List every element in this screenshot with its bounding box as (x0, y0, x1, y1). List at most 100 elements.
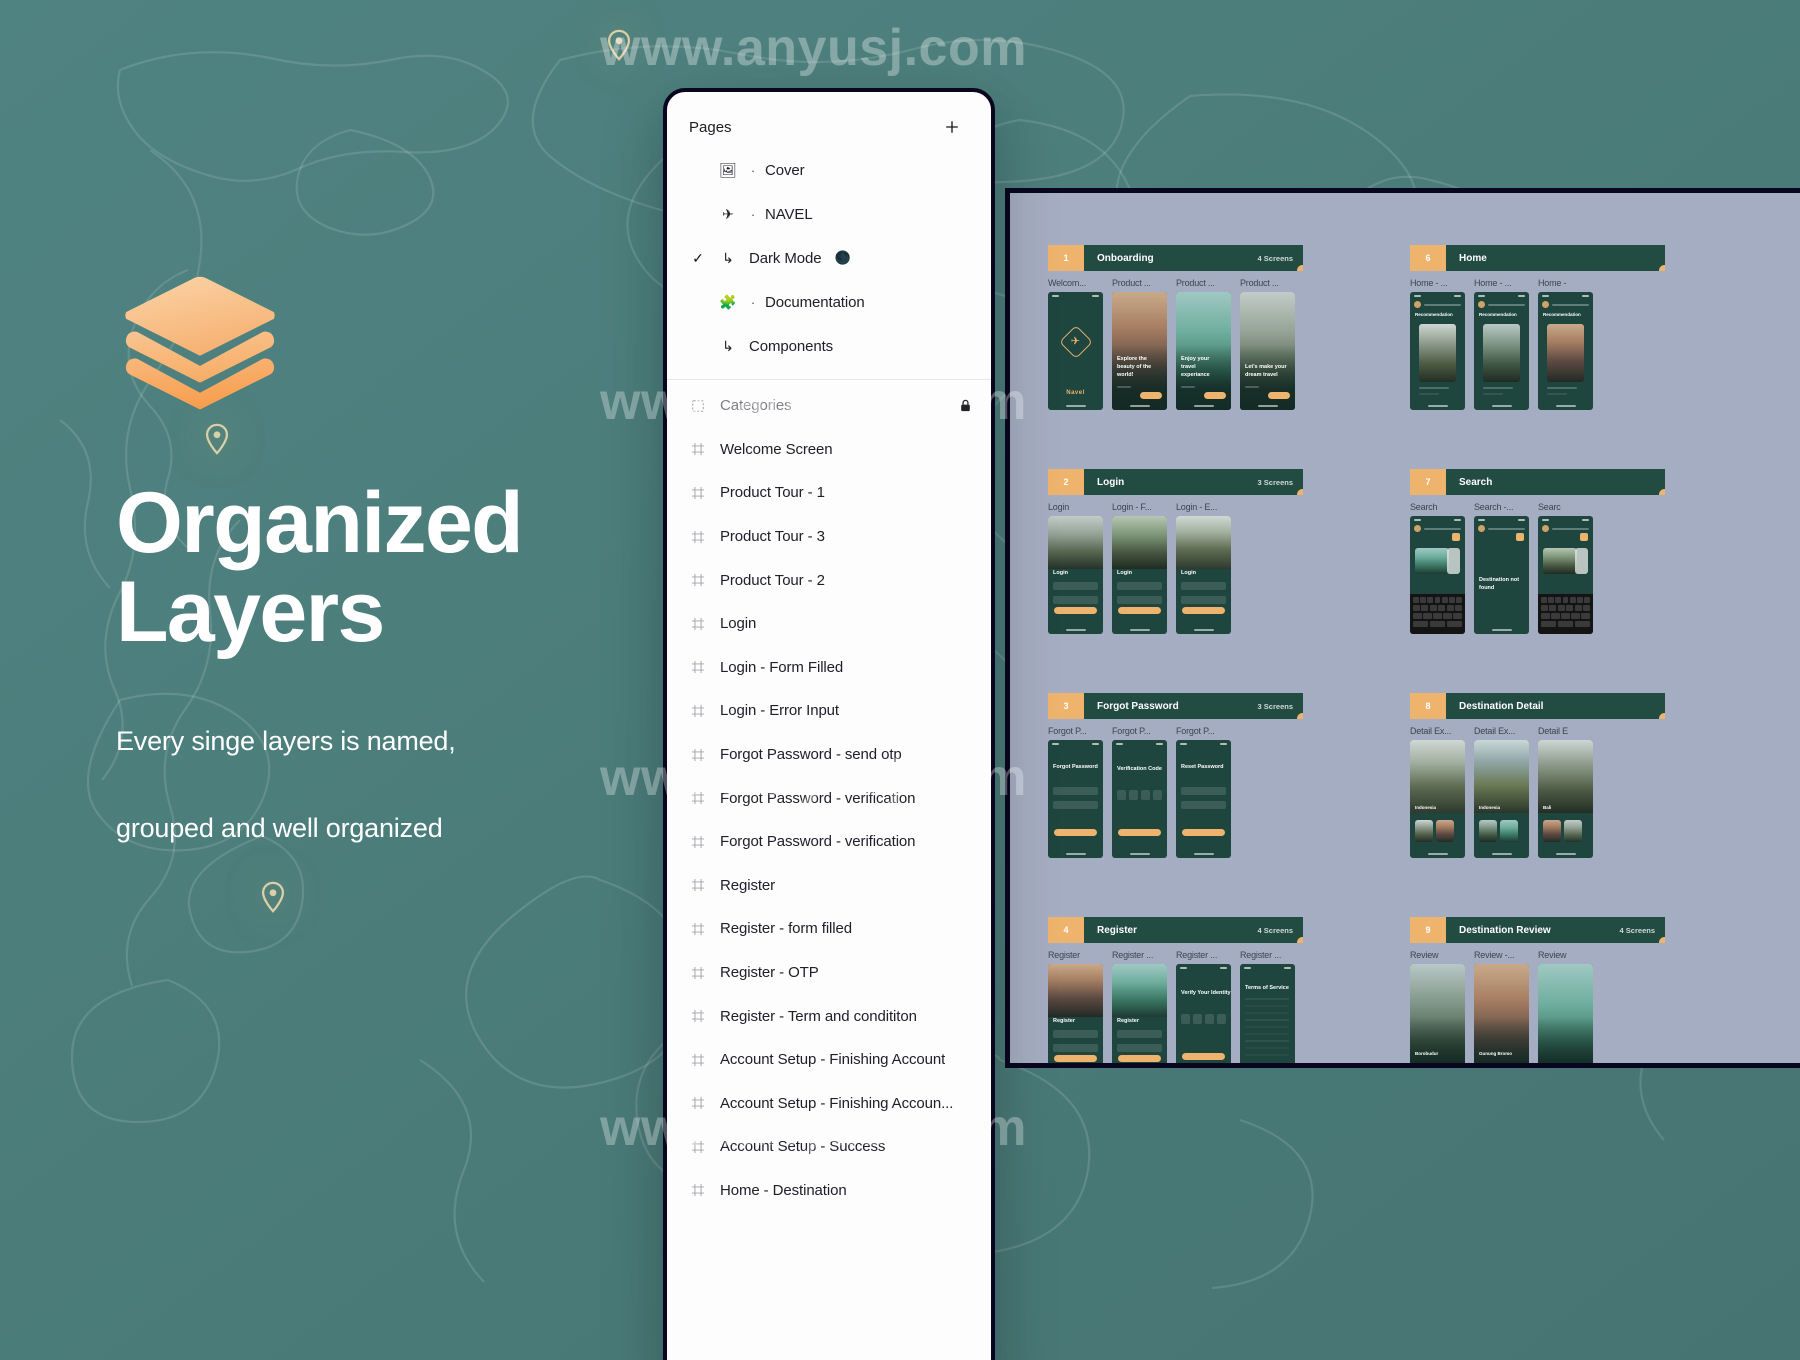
layer-item[interactable]: Account Setup - Finishing Account (667, 1038, 991, 1082)
screen-thumbnail[interactable]: Terms of Service (1240, 964, 1295, 1063)
screen-thumbnail-item[interactable]: Home - ... Recommendation (1410, 278, 1465, 410)
screen-thumbnail[interactable]: Register (1048, 964, 1103, 1063)
screen-thumbnail[interactable]: Enjoy your travel experiance (1176, 292, 1231, 410)
screen-thumbnail-item[interactable]: Product ... Explore the beauty of the wor… (1112, 278, 1167, 410)
screen-thumbnail[interactable]: Indonesia (1410, 740, 1465, 858)
screen-thumbnail-item[interactable]: Register ... Terms of Service (1240, 950, 1295, 1063)
screen-thumbnail[interactable]: Recommendation (1474, 292, 1529, 410)
page-item-documentation[interactable]: 🧩 · Documentation (667, 280, 991, 324)
filter-icon[interactable] (1516, 533, 1524, 541)
layer-item[interactable]: Product Tour - 1 (667, 471, 991, 515)
layer-item[interactable]: Register - form filled (667, 907, 991, 951)
screen-thumbnail[interactable]: ✈ Navel (1048, 292, 1103, 410)
screen-thumbnail-item[interactable]: Welcom... ✈ Navel (1048, 278, 1103, 410)
screen-thumbnail[interactable]: Verification Code (1112, 740, 1167, 858)
verify-button[interactable] (1182, 1053, 1225, 1060)
screen-thumbnail-item[interactable]: Home - Recommendation (1538, 278, 1593, 410)
submit-button[interactable] (1182, 829, 1225, 836)
submit-button[interactable] (1118, 607, 1161, 614)
screen-thumbnail-item[interactable]: Login Login (1048, 502, 1103, 634)
layer-item[interactable]: Account Setup - Success (667, 1125, 991, 1169)
layer-item[interactable]: Forgot Password - send otp (667, 733, 991, 777)
layer-item[interactable]: Product Tour - 3 (667, 515, 991, 559)
screen-thumbnail-item[interactable]: Register ... Verify Your Identity (1176, 950, 1231, 1063)
screen-thumbnail-item[interactable]: Searc (1538, 502, 1593, 634)
screen-thumbnail-item[interactable]: Detail Ex... Indonesia (1474, 726, 1529, 858)
layer-item[interactable]: Account Setup - Finishing Accoun... (667, 1082, 991, 1126)
screen-thumbnail[interactable] (1538, 516, 1593, 634)
screen-thumbnail-item[interactable]: Login - E... Login (1176, 502, 1231, 634)
page-item-dark-mode[interactable]: ✓ ↳ Dark Mode 🌑 (667, 236, 991, 280)
layer-group-categories[interactable]: Categories (667, 384, 991, 428)
screen-thumbnail[interactable]: Bali (1538, 740, 1593, 858)
flow-group[interactable]: 9 Destination Review 4 Screens Review Borobu… (1410, 917, 1665, 1063)
next-button[interactable] (1140, 392, 1162, 399)
flow-group[interactable]: 4 Register 4 Screens Register Register Regist… (1048, 917, 1303, 1063)
screen-thumbnail[interactable]: Borobudur (1410, 964, 1465, 1063)
screen-thumbnail[interactable]: Forgot Password (1048, 740, 1103, 858)
flow-group[interactable]: 6 Home Home - ... Recommendation Home - ... R… (1410, 245, 1665, 410)
page-item-cover[interactable]: 🖼 · Cover (667, 148, 991, 192)
design-canvas-board[interactable]: 1 Onboarding 4 Screens Welcom... ✈ Navel Produ… (1005, 188, 1800, 1068)
lock-icon[interactable] (958, 398, 973, 413)
plus-icon[interactable] (939, 114, 965, 140)
layer-item[interactable]: Register (667, 864, 991, 908)
screen-thumbnail[interactable] (1410, 516, 1465, 634)
screen-thumbnail[interactable]: Login (1048, 516, 1103, 634)
layer-item[interactable]: Register - Term and condititon (667, 994, 991, 1038)
layer-item[interactable]: Product Tour - 2 (667, 558, 991, 602)
screen-thumbnail[interactable]: Register (1112, 964, 1167, 1063)
screen-thumbnail[interactable]: Destination not found (1474, 516, 1529, 634)
destination-card[interactable] (1547, 324, 1584, 382)
layer-item[interactable]: Login (667, 602, 991, 646)
screen-thumbnail-item[interactable]: Forgot P... Verification Code (1112, 726, 1167, 858)
pages-list[interactable]: 🖼 · Cover ✈ · NAVEL ✓ ↳ Dark Mode 🌑 🧩 · Documentatio… (667, 148, 991, 368)
screen-thumbnail-item[interactable]: Detail E Bali (1538, 726, 1593, 858)
screen-thumbnail-item[interactable]: Home - ... Recommendation (1474, 278, 1529, 410)
result-card[interactable] (1543, 548, 1577, 574)
page-item-components[interactable]: ↳ Components (667, 324, 991, 368)
figma-layers-panel[interactable]: Pages 🖼 · Cover ✈ · NAVEL ✓ ↳ Dark Mode 🌑 🧩 · Docume… (663, 88, 995, 1360)
screen-thumbnail-item[interactable]: Search (1410, 502, 1465, 634)
submit-button[interactable] (1054, 607, 1097, 614)
screen-thumbnail-item[interactable]: Product ... Enjoy your travel experiance (1176, 278, 1231, 410)
destination-card[interactable] (1483, 324, 1520, 382)
onscreen-keyboard[interactable] (1410, 594, 1465, 634)
verify-button[interactable] (1118, 829, 1161, 836)
result-card[interactable] (1415, 548, 1449, 574)
screen-thumbnail[interactable] (1538, 964, 1593, 1063)
screen-thumbnail-item[interactable]: Register ... Register (1112, 950, 1167, 1063)
screen-thumbnail[interactable]: Explore the beauty of the world! (1112, 292, 1167, 410)
onscreen-keyboard[interactable] (1538, 594, 1593, 634)
screen-thumbnail-item[interactable]: Search -... Destination not found (1474, 502, 1529, 634)
flow-group[interactable]: 2 Login 3 Screens Login Login Login - F... Log… (1048, 469, 1303, 634)
flow-group[interactable]: 1 Onboarding 4 Screens Welcom... ✈ Navel Produ… (1048, 245, 1303, 410)
screen-thumbnail[interactable]: Login (1112, 516, 1167, 634)
screen-thumbnail[interactable]: Verify Your Identity (1176, 964, 1231, 1063)
screen-thumbnail-item[interactable]: Forgot P... Forgot Password (1048, 726, 1103, 858)
destination-card[interactable] (1419, 324, 1456, 382)
filter-icon[interactable] (1580, 533, 1588, 541)
layer-item[interactable]: Forgot Password - verification (667, 820, 991, 864)
layer-item[interactable]: Welcome Screen (667, 428, 991, 472)
page-item-navel[interactable]: ✈ · NAVEL (667, 192, 991, 236)
screen-thumbnail-item[interactable]: Review (1538, 950, 1593, 1063)
flow-group[interactable]: 7 Search Search Search -... Destination not … (1410, 469, 1665, 634)
screen-thumbnail[interactable]: Recommendation (1410, 292, 1465, 410)
screen-thumbnail-item[interactable]: Review -... Gunung Bromo (1474, 950, 1529, 1063)
submit-button[interactable] (1182, 607, 1225, 614)
screen-thumbnail[interactable]: Indonesia (1474, 740, 1529, 858)
screen-thumbnail-item[interactable]: Register Register (1048, 950, 1103, 1063)
layer-item[interactable]: Login - Error Input (667, 689, 991, 733)
next-button[interactable] (1268, 392, 1290, 399)
submit-button[interactable] (1054, 1055, 1097, 1062)
submit-button[interactable] (1118, 1055, 1161, 1062)
screen-thumbnail[interactable]: Let's make your dream travel (1240, 292, 1295, 410)
screen-thumbnail-item[interactable]: Detail Ex... Indonesia (1410, 726, 1465, 858)
screen-thumbnail-item[interactable]: Login - F... Login (1112, 502, 1167, 634)
flow-group[interactable]: 3 Forgot Password 3 Screens Forgot P... Forg… (1048, 693, 1303, 858)
screen-thumbnail[interactable]: Reset Password (1176, 740, 1231, 858)
screen-thumbnail-item[interactable]: Product ... Let's make your dream travel (1240, 278, 1295, 410)
layer-item[interactable]: Forgot Password - verification (667, 776, 991, 820)
next-button[interactable] (1204, 392, 1226, 399)
